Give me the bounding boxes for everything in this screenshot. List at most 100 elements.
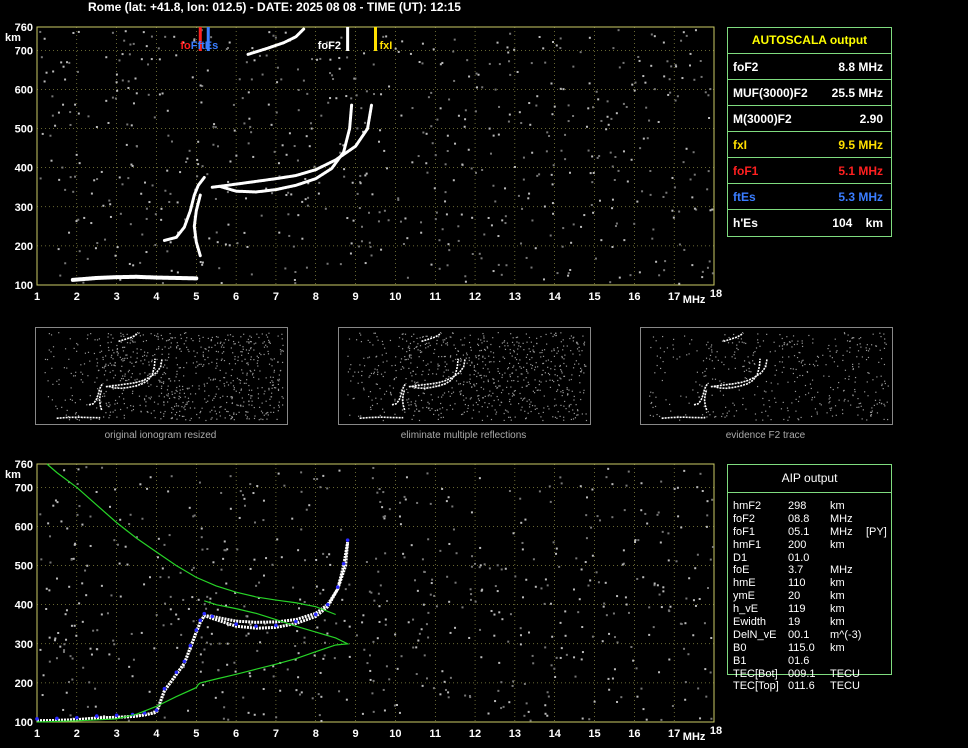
aip-unit: km: [830, 603, 845, 616]
x-tick-label: 12: [469, 291, 481, 303]
aip-value: 20: [788, 590, 801, 603]
aip-value: 200: [788, 538, 807, 551]
autoscala-value: 25.5 MHz: [831, 85, 883, 100]
aip-value: 01.0: [788, 551, 810, 564]
x-tick-label: 14: [549, 291, 562, 303]
y-tick-label: 600: [15, 522, 33, 534]
thumbnail-ionogram: [347, 332, 588, 422]
aip-param: Ewidth: [733, 616, 767, 629]
aip-unit: TECU: [830, 667, 860, 680]
aip-value: 119: [788, 603, 806, 616]
x-tick-label: 10: [389, 291, 401, 303]
aip-unit: km: [830, 500, 845, 512]
aip-unit: km: [830, 538, 845, 551]
aip-row: TEC[Top] 011.6 TECU: [733, 680, 933, 693]
aip-unit: km: [830, 616, 845, 629]
aip-point: [94, 714, 99, 718]
autoscala-row: fxI 9.5 MHz: [728, 131, 891, 157]
x-tick-label: 2: [74, 728, 80, 740]
aip-param: hmF1: [733, 538, 762, 551]
aip-rows: hmF2 298 km foF2 08.8 MHz foF1 05.1 MHz [PY] hmF1 2…: [733, 500, 933, 693]
x-tick-label: 14: [549, 728, 562, 740]
aip-row: D1 01.0: [733, 552, 933, 565]
x-tick-label: 18: [710, 725, 722, 737]
autoscala-value: 2.90: [859, 111, 883, 126]
aip-point: [234, 622, 238, 627]
aip-param: h_vE: [733, 603, 759, 616]
aip-unit: MHz: [830, 525, 853, 538]
y-tick-label: 700: [15, 482, 33, 494]
aip-point: [114, 713, 119, 718]
aip-point: [55, 716, 59, 721]
aip-param: TEC[Bot]: [733, 667, 778, 680]
x-tick-label: 16: [628, 728, 640, 740]
thumbnail-trace: [713, 358, 761, 390]
x-tick-label: 17: [668, 728, 680, 740]
aip-param: DelN_vE: [733, 628, 777, 641]
autoscala-row: MUF(3000)F2 25.5 MHz: [728, 79, 891, 105]
aip-unit: [830, 655, 866, 668]
x-tick-label: 13: [509, 291, 521, 303]
aip-row: B1 01.6: [733, 655, 933, 668]
x-tick-label: 3: [114, 728, 120, 740]
x-axis-label: MHz: [683, 294, 706, 306]
x-tick-label: 5: [193, 291, 199, 303]
x-tick-label: 12: [469, 728, 481, 740]
aip-note: [866, 552, 896, 565]
thumbnail-trace: [710, 358, 768, 388]
autoscala-row: ftEs 5.3 MHz: [728, 183, 891, 209]
aip-point: [294, 619, 298, 624]
autoscala-row: M(3000)F2 2.90: [728, 105, 891, 131]
x-tick-label: 8: [313, 291, 319, 303]
y-tick-label: 300: [15, 639, 33, 651]
aip-param: hmF2: [733, 500, 762, 512]
aip-unit: km: [830, 641, 845, 654]
autoscala-value: 9.5 MHz: [838, 137, 883, 152]
x-tick-label: 8: [313, 728, 319, 740]
aip-point: [182, 659, 187, 664]
thumbnail-eliminate-multiple[interactable]: [338, 327, 591, 425]
aip-point: [313, 612, 318, 617]
y-axis-label: km: [5, 469, 21, 481]
autoscala-panel: AUTOSCALA output foF2 8.8 MHz MUF(3000)F2 2…: [727, 27, 892, 237]
aip-point: [345, 538, 350, 542]
y-tick-label: 300: [15, 202, 33, 214]
marker-label-foF1-ftEs: foFftEs: [180, 40, 218, 52]
aip-row: Ewidth 19 km: [733, 616, 933, 629]
autoscala-param: MUF(3000)F2: [733, 85, 808, 100]
aip-point: [210, 614, 215, 619]
x-tick-label: 13: [509, 728, 521, 740]
x-tick-label: 11: [429, 291, 441, 303]
aip-value: 110: [788, 577, 806, 590]
autoscala-row: foF1 5.1 MHz: [728, 157, 891, 183]
aip-unit: km: [830, 577, 845, 590]
ionogram-trace: [210, 103, 374, 189]
x-tick-label: 3: [114, 291, 120, 303]
aip-note: [866, 539, 896, 552]
thumbnail-original[interactable]: [35, 327, 288, 425]
ionogram-top-chart: 1 2 3 4 5 6 7 8 9 10 11 12 13 14 15 16 17 181002003004005…: [5, 22, 722, 306]
autoscala-param: ftEs: [733, 189, 756, 204]
autoscala-param: foF1: [733, 163, 759, 178]
aip-param: B0: [733, 641, 747, 654]
thumbnail-evidence-f2[interactable]: [640, 327, 893, 425]
aip-point: [162, 686, 167, 691]
aip-unit: [830, 552, 866, 565]
autoscala-param: h'Es: [733, 215, 758, 230]
x-tick-label: 15: [588, 728, 600, 740]
aip-value: 05.1: [788, 525, 810, 538]
autoscala-value: 5.1 MHz: [838, 163, 883, 178]
aip-point: [335, 585, 340, 589]
ionogram-trace: [218, 103, 354, 194]
y-tick-label: 500: [15, 124, 33, 136]
y-tick-label: 200: [15, 241, 33, 253]
aip-param: D1: [733, 551, 748, 564]
aip-note: [866, 513, 896, 526]
aip-note: [866, 564, 896, 577]
aip-param: hmE: [733, 577, 756, 590]
aip-value: 298: [788, 500, 807, 512]
thumbnail-ionogram: [649, 332, 889, 421]
aip-row: ymE 20 km: [733, 590, 933, 603]
ionogram-trace: [246, 27, 306, 56]
autoscala-value: 5.3 MHz: [838, 189, 883, 204]
